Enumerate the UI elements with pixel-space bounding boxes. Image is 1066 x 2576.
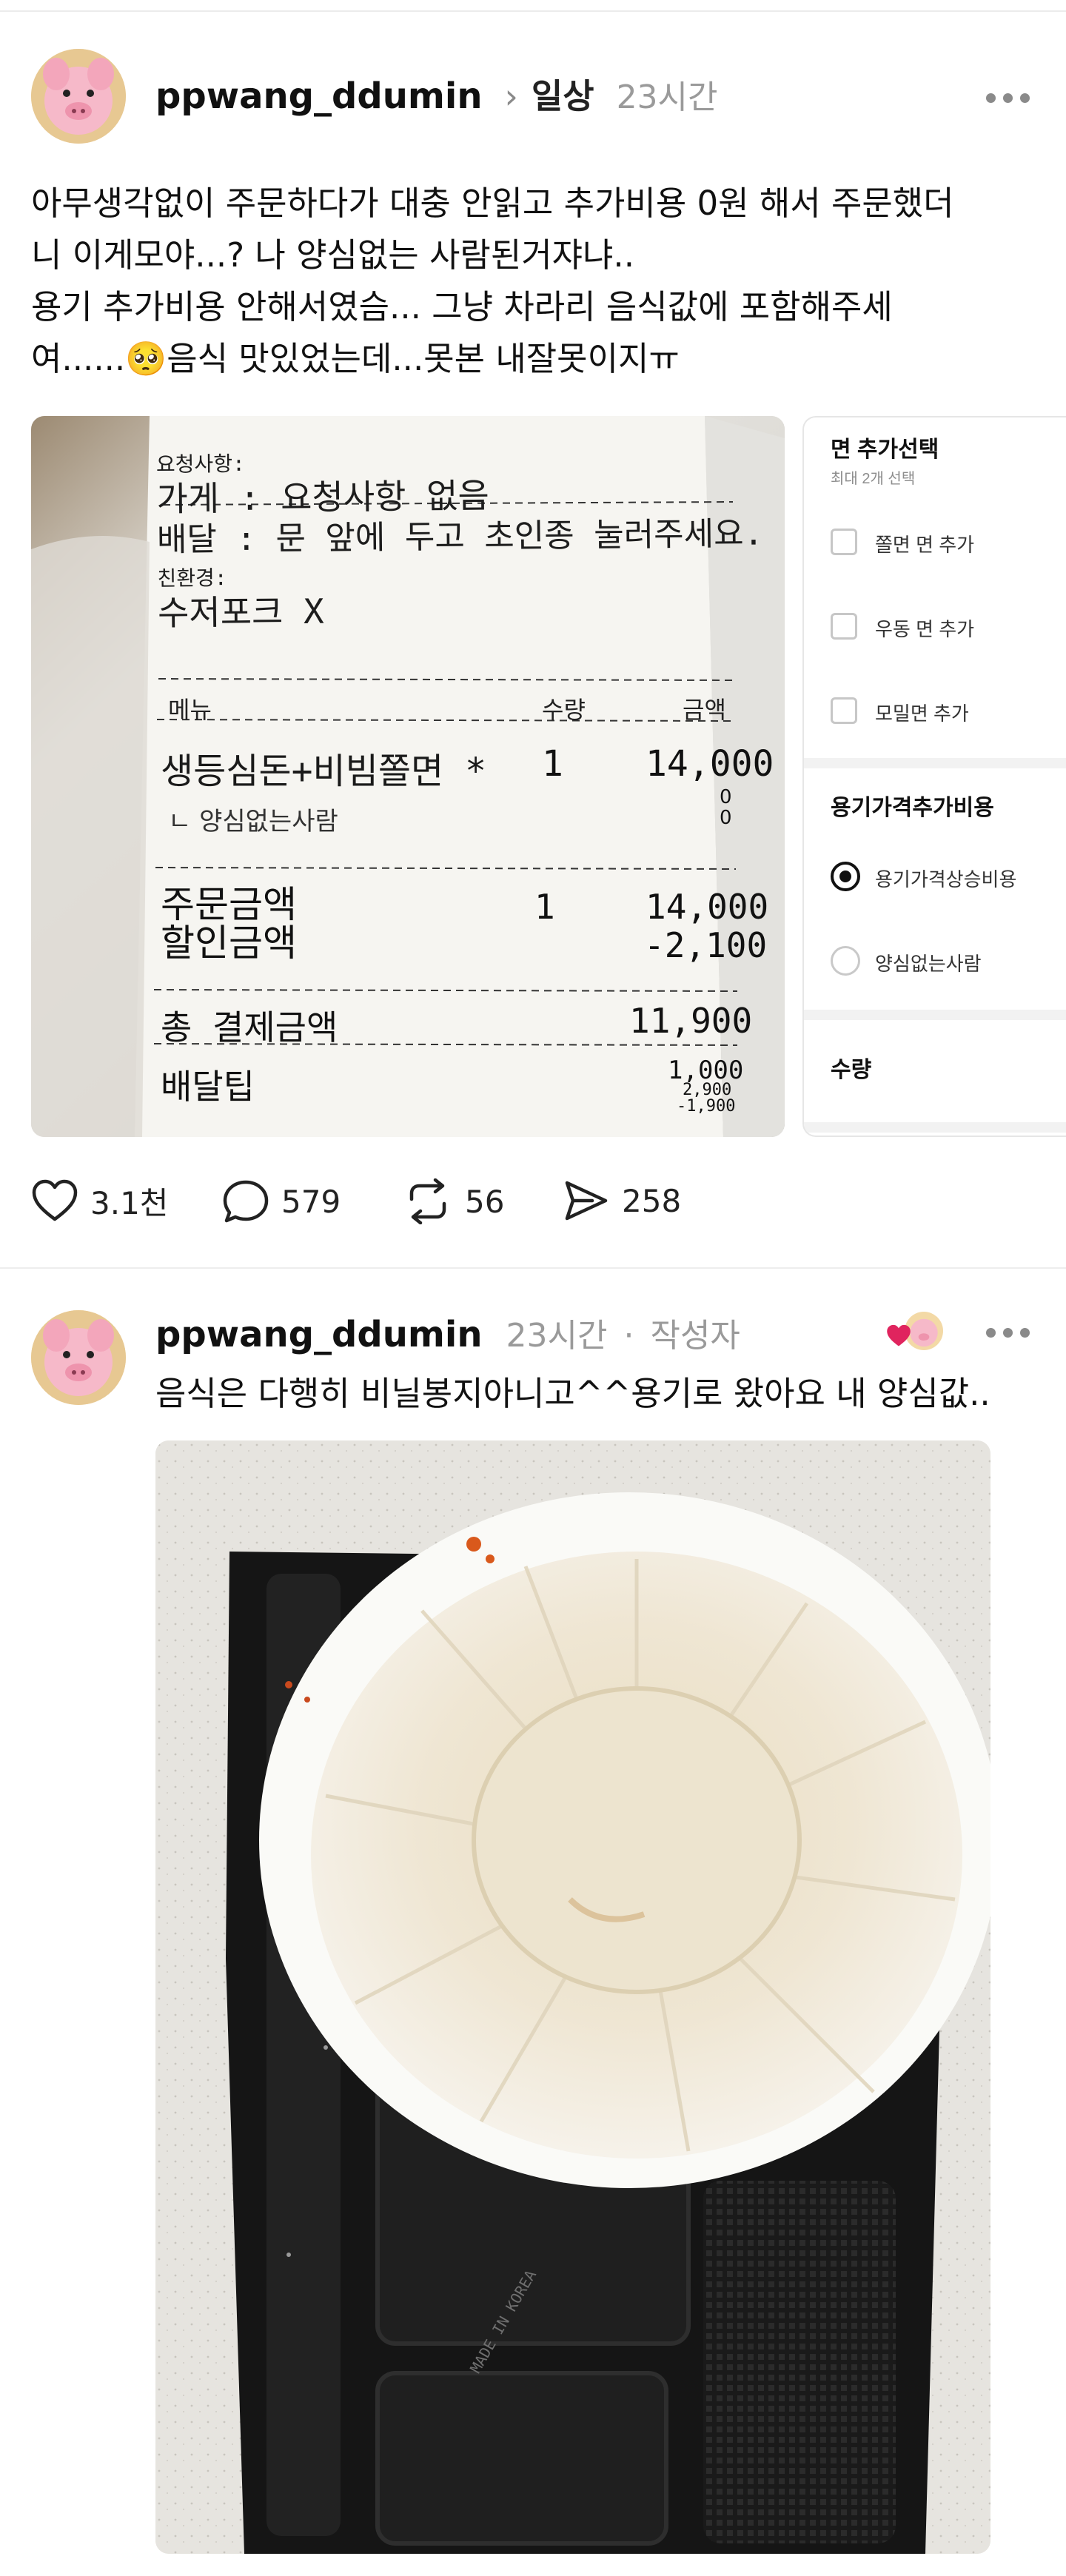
reply-more-options-icon[interactable] [986, 1328, 1030, 1338]
post-text-line: 니 이게모야...? 나 양심없는 사람된거쟈냐.. [31, 235, 635, 275]
option-label: 우동 면 추가 [875, 618, 975, 640]
receipt-total-label: 총 결제금액 [161, 1007, 338, 1047]
receipt-discount: -2,100 [644, 925, 768, 965]
repost-button[interactable]: 56 [403, 1178, 504, 1224]
chevron-right-icon: › [504, 76, 518, 116]
reply-text: 음식은 다행히 비닐봉지아니고^^용기로 왔아요 내 양심값.. [155, 1374, 990, 1413]
heart-filled-icon [887, 1324, 911, 1346]
share-count: 258 [622, 1182, 682, 1219]
author-liked-badge [885, 1312, 943, 1353]
author-badge: 작성자 [650, 1317, 740, 1355]
radio-selected[interactable] [831, 862, 860, 891]
post-header: ppwang_ddumin › 일상 23시간 [155, 70, 718, 118]
reply-avatar[interactable] [31, 1310, 126, 1405]
like-button[interactable]: 3.1천 [31, 1178, 168, 1224]
pig-avatar-icon [31, 49, 126, 144]
option-label: 용기가격상승비용 [875, 868, 1017, 890]
send-icon [565, 1181, 608, 1221]
receipt-photo[interactable]: 요청사항: 가게 : 요청사항 없음 배달 : 문 앞에 두고 초인종 눌러주세… [31, 416, 785, 1137]
container-photo[interactable]: MADE IN KOREA [155, 1440, 990, 2554]
repost-count: 56 [465, 1183, 505, 1220]
receipt-col-qty: 수량 [542, 696, 586, 724]
receipt-col-amount: 금액 [683, 696, 726, 724]
receipt-delivery-line: 배달 : 문 앞에 두고 초인종 눌러주세요. [156, 514, 764, 560]
receipt-tip-label: 배달팁 [161, 1067, 255, 1107]
section-divider [804, 1122, 1066, 1133]
receipt-text: 요청사항: 가게 : 요청사항 없음 배달 : 문 앞에 두고 초인종 눌러주세… [156, 443, 764, 634]
receipt-order-amount-label: 주문금액 [161, 883, 297, 926]
section-divider [804, 758, 1066, 768]
post-divider [0, 1267, 1066, 1269]
post-text-line: 아무생각없이 주문하다가 대충 안읽고 추가비용 0원 해서 주문했더 [31, 184, 954, 223]
username[interactable]: ppwang_ddumin [155, 76, 483, 117]
option-label: 쫄면 면 추가 [875, 534, 975, 556]
receipt-option-name: ㄴ 양심없는사람 [168, 807, 338, 836]
like-count: 3.1천 [90, 1185, 169, 1221]
option-section-title: 용기가격추가비용 [831, 796, 994, 820]
checkbox[interactable] [831, 697, 857, 724]
topic-tag[interactable]: 일상 [532, 70, 594, 118]
post-time: 23시간 [616, 78, 718, 116]
receipt-store-line: 가게 : 요청사항 없음 [156, 475, 490, 520]
checkbox[interactable] [831, 529, 857, 555]
comment-button[interactable]: 579 [222, 1178, 341, 1224]
repost-icon [409, 1178, 446, 1224]
reply-header: ppwang_ddumin 23시간 · 작성자 [155, 1309, 740, 1356]
receipt-item-price: 14,000 [646, 743, 774, 785]
separator-dot: · [623, 1317, 634, 1355]
checkbox[interactable] [831, 613, 857, 640]
receipt-total: 11,900 [629, 1001, 753, 1041]
receipt-discount-label: 할인금액 [161, 922, 297, 965]
pig-avatar-icon [31, 1310, 126, 1405]
post-text-line: 용기 추가비용 안해서였슴... 그냥 차라리 음식값에 포함해주세 [31, 287, 893, 326]
reply-time: 23시간 [506, 1317, 608, 1355]
heart-icon [32, 1179, 78, 1221]
option-label: 양심없는사람 [875, 953, 982, 975]
option-section-title: 면 추가선택 [831, 437, 939, 462]
receipt-option-price: 0 [720, 786, 732, 808]
receipt-utensils-line: 수저포크 X [157, 591, 324, 634]
avatar[interactable] [31, 49, 126, 144]
receipt-item-name: 생등심돈+비빔쫄면 * [161, 751, 486, 792]
container-illustration [155, 1440, 990, 2554]
option-section-subtitle: 최대 2개 선택 [831, 471, 916, 487]
radio[interactable] [831, 946, 860, 976]
top-divider [0, 10, 1066, 12]
comment-icon [223, 1180, 269, 1223]
reply-username[interactable]: ppwang_ddumin [155, 1314, 483, 1355]
post-text: 아무생각없이 주문하다가 대충 안읽고 추가비용 0원 해서 주문했더 니 이게… [31, 178, 1045, 385]
comment-count: 579 [281, 1183, 341, 1220]
options-screenshot[interactable]: 면 추가선택 최대 2개 선택 쫄면 면 추가 우동 면 추가 모밀면 추가 용… [802, 416, 1066, 1137]
receipt-item-qty: 1 [542, 743, 563, 785]
receipt-col-menu: 메뉴 [168, 696, 212, 724]
more-options-icon[interactable] [986, 93, 1030, 103]
section-divider [804, 1010, 1066, 1020]
receipt-order-amount: 14,000 [646, 887, 769, 927]
share-button[interactable]: 258 [563, 1178, 681, 1223]
receipt-order-qty: 1 [534, 887, 555, 927]
post-text-line: 여......🥺음식 맛있었는데...못본 내잘못이지ㅠ [31, 339, 680, 378]
receipt-tip-discount: -1,900 [677, 1097, 736, 1116]
option-section-title: 수량 [831, 1058, 872, 1082]
receipt-option-price: 0 [720, 807, 732, 829]
option-label: 모밀면 추가 [875, 702, 969, 725]
